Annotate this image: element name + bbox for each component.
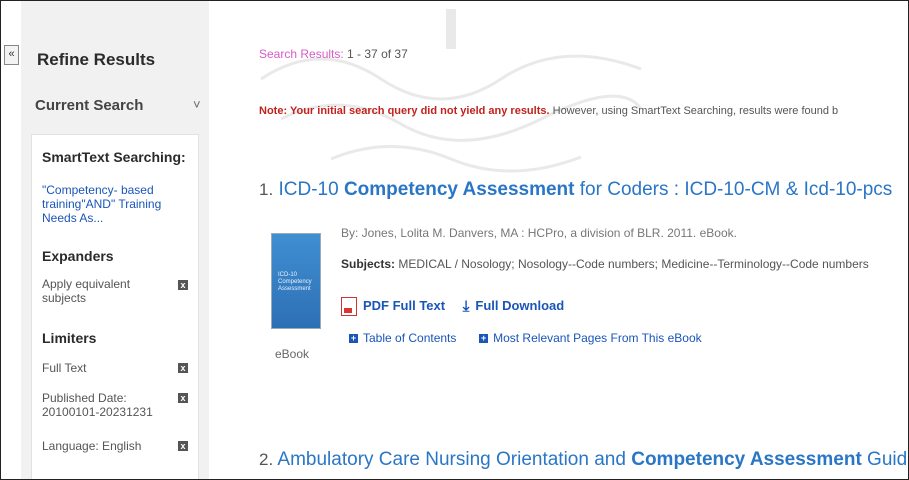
limiters-heading: Limiters	[42, 330, 97, 346]
full-download-link[interactable]: Full Download	[475, 298, 564, 313]
current-search-panel: SmartText Searching: "Competency- based …	[31, 134, 199, 479]
refine-results-sidebar: Refine Results Current Search ˅ SmartTex…	[21, 1, 209, 479]
pdf-icon	[341, 297, 357, 316]
note-body: However, using SmartText Searching, resu…	[549, 105, 839, 117]
result-title-part: for Coders : ICD-10-CM & Icd-10-pcs	[574, 179, 893, 200]
double-chevron-left-icon: «	[8, 48, 15, 60]
result-title-part: ICD-10	[278, 179, 344, 200]
result-title-part: Ambulatory Care Nursing Orientation and	[277, 449, 632, 470]
result-title-part: Guide	[867, 449, 908, 470]
results-count-label: Search Results:	[259, 47, 344, 61]
note-warning: Note: Your initial search query did not …	[259, 105, 550, 117]
limiter-language: Language: English	[42, 439, 142, 453]
ebook-sublinks: + Table of Contents + Most Relevant Pages …	[349, 331, 702, 345]
chevron-down-icon[interactable]: ˅	[193, 97, 201, 112]
result-title-highlight: Competency Assessment	[631, 449, 862, 470]
cover-text: ICD-10 Competency Assessment	[278, 272, 312, 292]
result-title-1[interactable]: 1. ICD-10 Competency Assessment for Code…	[259, 179, 892, 201]
page-frame: « Refine Results Current Search ˅ SmartT…	[0, 0, 909, 480]
limiter-published-date: Published Date: 20100101-20231231	[42, 391, 153, 419]
plus-icon[interactable]: +	[479, 334, 489, 344]
results-count-value: 1 - 37 of 37	[347, 47, 408, 61]
ebook-cover-image[interactable]: ICD-10 Competency Assessment	[271, 233, 321, 329]
collapse-sidebar-button[interactable]: «	[4, 45, 19, 65]
expander-apply-equivalent-subjects: Apply equivalent subjects	[42, 277, 131, 305]
result-number: 1.	[259, 180, 274, 199]
result-title-highlight: Competency Assessment	[343, 179, 575, 200]
results-main: Search Results: 1 - 37 of 37 Note: Your …	[259, 1, 908, 479]
results-count: Search Results: 1 - 37 of 37	[259, 47, 408, 61]
smarttext-query-link[interactable]: "Competency- based training"AND" Trainin…	[42, 183, 192, 225]
subjects-value: MEDICAL / Nosology; Nosology--Code numbe…	[395, 257, 869, 271]
plus-icon[interactable]: +	[349, 334, 358, 344]
remove-limiter-icon[interactable]: x	[178, 441, 188, 451]
remove-limiter-icon[interactable]: x	[178, 393, 188, 403]
pdf-full-text-link[interactable]: PDF Full Text	[363, 298, 445, 313]
result-title-2[interactable]: 2. Ambulatory Care Nursing Orientation a…	[259, 449, 908, 471]
result-number: 2.	[259, 450, 274, 469]
result-byline: By: Jones, Lolita M. Danvers, MA : HCPro…	[341, 226, 737, 240]
subjects-label: Subjects:	[341, 257, 396, 271]
expanders-heading: Expanders	[42, 248, 114, 264]
limiter-full-text: Full Text	[42, 361, 87, 375]
current-search-toggle[interactable]: Current Search	[35, 97, 143, 114]
remove-expander-icon[interactable]: x	[178, 280, 188, 290]
refine-results-title: Refine Results	[37, 50, 156, 69]
result-subjects: Subjects: MEDICAL / Nosology; Nosology--…	[341, 257, 869, 271]
most-relevant-pages-link[interactable]: Most Relevant Pages From This eBook	[493, 331, 702, 345]
smarttext-note: Note: Your initial search query did not …	[259, 105, 838, 117]
full-text-links: PDF Full Text ⤓ Full Download	[341, 297, 564, 316]
table-of-contents-link[interactable]: Table of Contents	[363, 331, 456, 345]
format-label: eBook	[275, 347, 310, 361]
smarttext-heading: SmartText Searching:	[42, 149, 186, 165]
download-icon: ⤓	[462, 298, 470, 315]
remove-limiter-icon[interactable]: x	[178, 363, 188, 373]
